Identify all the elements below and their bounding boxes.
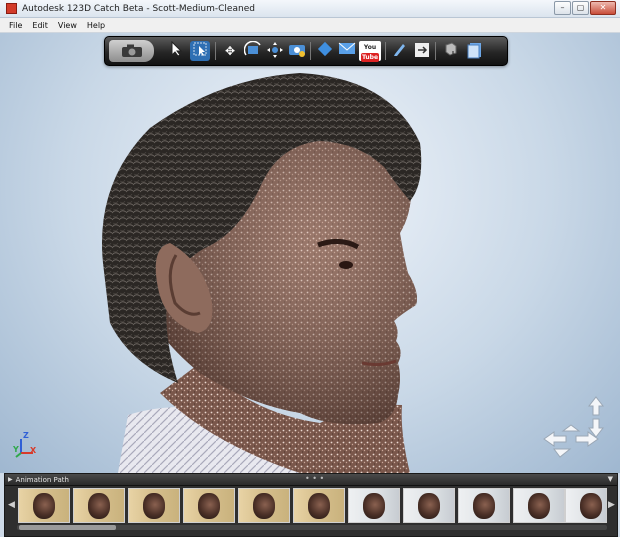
menu-file[interactable]: File xyxy=(0,21,27,30)
orbit-icon[interactable] xyxy=(243,40,263,61)
strip-right-arrow-icon[interactable]: ▶ xyxy=(608,500,615,510)
youtube-icon[interactable]: You Tube xyxy=(359,41,381,62)
scrollbar-thumb[interactable] xyxy=(19,525,116,530)
email-icon[interactable] xyxy=(337,41,357,61)
menu-view[interactable]: View xyxy=(53,21,82,30)
reference-icon[interactable] xyxy=(412,41,432,61)
thumbnail[interactable] xyxy=(183,488,235,523)
expand-arrow-icon[interactable]: ▶ xyxy=(8,476,13,483)
pen-icon[interactable] xyxy=(390,41,410,61)
thumbnail[interactable] xyxy=(513,488,565,523)
axis-triad: Z Y X xyxy=(13,431,43,461)
window-title: Autodesk 123D Catch Beta - Scott-Medium-… xyxy=(22,3,255,14)
pan-icon[interactable]: ✥ xyxy=(220,41,240,61)
axis-z-label: Z xyxy=(23,431,29,440)
animation-path-header[interactable]: ▶ Animation Path • • • ▼ xyxy=(5,474,617,486)
menu-edit[interactable]: Edit xyxy=(27,21,53,30)
thumbnail[interactable] xyxy=(293,488,345,523)
camera-icon[interactable] xyxy=(109,40,154,62)
axis-x-label: X xyxy=(30,446,37,455)
thumbnail[interactable] xyxy=(348,488,400,523)
navigation-arrows xyxy=(540,395,606,459)
notes-icon[interactable] xyxy=(465,41,485,61)
select-icon[interactable] xyxy=(166,40,186,61)
strip-left-arrow-icon[interactable]: ◀ xyxy=(8,500,15,510)
main-toolbar: ✥ You Tube xyxy=(104,36,508,66)
axis-y-label: Y xyxy=(13,445,19,454)
export-mesh-icon[interactable] xyxy=(441,41,461,61)
3d-viewport[interactable]: ✥ You Tube Z Y X xyxy=(0,33,620,473)
thumbnail[interactable] xyxy=(128,488,180,523)
thumbnail[interactable] xyxy=(238,488,290,523)
thumbnail[interactable] xyxy=(458,488,510,523)
panel-grip[interactable]: • • • xyxy=(305,474,324,483)
maximize-button[interactable]: ▢ xyxy=(572,1,589,15)
app-icon xyxy=(6,3,17,14)
thumbnail[interactable] xyxy=(18,488,70,523)
thumbnail-strip: ◀ ▶ xyxy=(5,486,617,524)
add-camera-icon[interactable] xyxy=(287,41,307,61)
title-bar: Autodesk 123D Catch Beta - Scott-Medium-… xyxy=(0,0,620,18)
thumbnail[interactable] xyxy=(565,488,607,523)
point-cloud-model[interactable] xyxy=(0,33,620,473)
back-arrow-icon xyxy=(553,448,572,458)
navigate-icon[interactable] xyxy=(265,41,285,61)
animation-path-title: Animation Path xyxy=(15,475,69,484)
animation-path-panel: ▶ Animation Path • • • ▼ ◀ ▶ xyxy=(4,473,618,537)
share-icon[interactable] xyxy=(315,41,335,61)
thumbnail[interactable] xyxy=(73,488,125,523)
left-arrow-icon xyxy=(543,431,567,447)
up-arrow-icon xyxy=(587,396,605,416)
window-controls: – ▢ ✕ xyxy=(554,1,616,15)
crop-select-icon[interactable] xyxy=(190,41,210,61)
menu-help[interactable]: Help xyxy=(82,21,110,30)
menu-bar: File Edit View Help xyxy=(0,18,620,33)
forward-arrow-icon xyxy=(561,424,581,432)
close-button[interactable]: ✕ xyxy=(590,1,616,15)
thumbnail[interactable] xyxy=(403,488,455,523)
minimize-button[interactable]: – xyxy=(554,1,571,15)
collapse-arrow-icon[interactable]: ▼ xyxy=(608,475,613,483)
